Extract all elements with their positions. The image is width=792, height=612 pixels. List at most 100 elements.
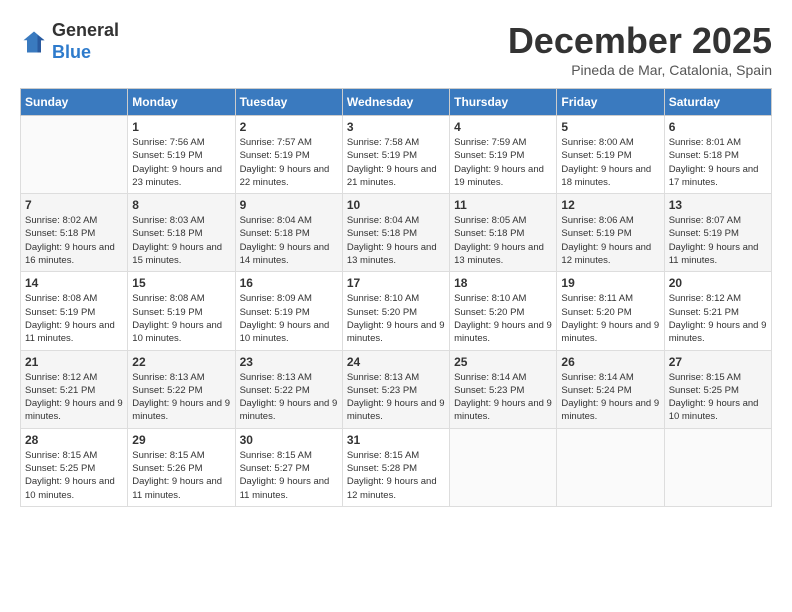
day-info: Sunrise: 8:01 AMSunset: 5:18 PMDaylight:… <box>669 136 767 189</box>
day-info: Sunrise: 8:14 AMSunset: 5:23 PMDaylight:… <box>454 371 552 424</box>
calendar-cell: 21Sunrise: 8:12 AMSunset: 5:21 PMDayligh… <box>21 350 128 428</box>
day-info: Sunrise: 8:13 AMSunset: 5:22 PMDaylight:… <box>132 371 230 424</box>
calendar-cell: 20 Sunrise: 8:12 AMSunset: 5:21 PMDayligh… <box>664 272 771 350</box>
day-number: 18 <box>454 276 552 290</box>
calendar-cell: 7Sunrise: 8:02 AMSunset: 5:18 PMDaylight… <box>21 194 128 272</box>
day-number: 3 <box>347 120 445 134</box>
day-info: Sunrise: 8:02 AMSunset: 5:18 PMDaylight:… <box>25 214 123 267</box>
location: Pineda de Mar, Catalonia, Spain <box>508 62 772 78</box>
day-number: 20 <box>669 276 767 290</box>
calendar-cell: 28 Sunrise: 8:15 AMSunset: 5:25 PMDayligh… <box>21 428 128 506</box>
title-block: December 2025 Pineda de Mar, Catalonia, … <box>508 20 772 78</box>
logo-icon <box>20 28 48 56</box>
calendar-cell <box>664 428 771 506</box>
calendar-cell: 22 Sunrise: 8:13 AMSunset: 5:22 PMDayligh… <box>128 350 235 428</box>
weekday-row: SundayMondayTuesdayWednesdayThursdayFrid… <box>21 89 772 116</box>
day-number: 26 <box>561 355 659 369</box>
day-info: Sunrise: 8:15 AMSunset: 5:25 PMDaylight:… <box>25 449 123 502</box>
day-number: 25 <box>454 355 552 369</box>
day-number: 15 <box>132 276 230 290</box>
day-info: Sunrise: 8:15 AMSunset: 5:27 PMDaylight:… <box>240 449 338 502</box>
day-info: Sunrise: 8:03 AMSunset: 5:18 PMDaylight:… <box>132 214 230 267</box>
day-info: Sunrise: 8:08 AMSunset: 5:19 PMDaylight:… <box>25 292 123 345</box>
day-number: 22 <box>132 355 230 369</box>
day-info: Sunrise: 8:14 AMSunset: 5:24 PMDaylight:… <box>561 371 659 424</box>
day-number: 2 <box>240 120 338 134</box>
day-info: Sunrise: 8:08 AMSunset: 5:19 PMDaylight:… <box>132 292 230 345</box>
day-number: 30 <box>240 433 338 447</box>
calendar-table: SundayMondayTuesdayWednesdayThursdayFrid… <box>20 88 772 507</box>
calendar-cell: 30 Sunrise: 8:15 AMSunset: 5:27 PMDayligh… <box>235 428 342 506</box>
calendar-cell: 12 Sunrise: 8:06 AMSunset: 5:19 PMDayligh… <box>557 194 664 272</box>
day-info: Sunrise: 8:09 AMSunset: 5:19 PMDaylight:… <box>240 292 338 345</box>
day-number: 27 <box>669 355 767 369</box>
calendar-cell: 1Sunrise: 7:56 AMSunset: 5:19 PMDaylight… <box>128 116 235 194</box>
day-number: 9 <box>240 198 338 212</box>
logo-blue-text: Blue <box>52 42 119 64</box>
calendar-cell: 4 Sunrise: 7:59 AMSunset: 5:19 PMDaylight… <box>450 116 557 194</box>
calendar-week-1: 7Sunrise: 8:02 AMSunset: 5:18 PMDaylight… <box>21 194 772 272</box>
calendar-cell: 23Sunrise: 8:13 AMSunset: 5:22 PMDayligh… <box>235 350 342 428</box>
month-title: December 2025 <box>508 20 772 62</box>
day-number: 21 <box>25 355 123 369</box>
day-info: Sunrise: 8:10 AMSunset: 5:20 PMDaylight:… <box>347 292 445 345</box>
day-info: Sunrise: 8:10 AMSunset: 5:20 PMDaylight:… <box>454 292 552 345</box>
calendar-cell: 15 Sunrise: 8:08 AMSunset: 5:19 PMDayligh… <box>128 272 235 350</box>
calendar-cell: 27Sunrise: 8:15 AMSunset: 5:25 PMDayligh… <box>664 350 771 428</box>
calendar-week-0: 1Sunrise: 7:56 AMSunset: 5:19 PMDaylight… <box>21 116 772 194</box>
day-info: Sunrise: 7:58 AMSunset: 5:19 PMDaylight:… <box>347 136 445 189</box>
calendar-cell: 11Sunrise: 8:05 AMSunset: 5:18 PMDayligh… <box>450 194 557 272</box>
day-number: 5 <box>561 120 659 134</box>
day-number: 1 <box>132 120 230 134</box>
day-number: 4 <box>454 120 552 134</box>
calendar-cell: 24Sunrise: 8:13 AMSunset: 5:23 PMDayligh… <box>342 350 449 428</box>
calendar-cell: 6 Sunrise: 8:01 AMSunset: 5:18 PMDaylight… <box>664 116 771 194</box>
calendar-body: 1Sunrise: 7:56 AMSunset: 5:19 PMDaylight… <box>21 116 772 507</box>
day-number: 8 <box>132 198 230 212</box>
logo: General Blue <box>20 20 119 63</box>
day-info: Sunrise: 8:04 AMSunset: 5:18 PMDaylight:… <box>347 214 445 267</box>
calendar-cell: 25 Sunrise: 8:14 AMSunset: 5:23 PMDayligh… <box>450 350 557 428</box>
day-number: 12 <box>561 198 659 212</box>
day-info: Sunrise: 8:15 AMSunset: 5:26 PMDaylight:… <box>132 449 230 502</box>
day-info: Sunrise: 8:12 AMSunset: 5:21 PMDaylight:… <box>669 292 767 345</box>
day-number: 24 <box>347 355 445 369</box>
weekday-header-monday: Monday <box>128 89 235 116</box>
calendar-cell: 31 Sunrise: 8:15 AMSunset: 5:28 PMDayligh… <box>342 428 449 506</box>
day-info: Sunrise: 7:59 AMSunset: 5:19 PMDaylight:… <box>454 136 552 189</box>
day-info: Sunrise: 8:00 AMSunset: 5:19 PMDaylight:… <box>561 136 659 189</box>
calendar-cell: 16Sunrise: 8:09 AMSunset: 5:19 PMDayligh… <box>235 272 342 350</box>
calendar-cell: 18 Sunrise: 8:10 AMSunset: 5:20 PMDayligh… <box>450 272 557 350</box>
day-number: 19 <box>561 276 659 290</box>
calendar-cell <box>21 116 128 194</box>
calendar-cell: 14Sunrise: 8:08 AMSunset: 5:19 PMDayligh… <box>21 272 128 350</box>
day-number: 13 <box>669 198 767 212</box>
calendar-cell: 13 Sunrise: 8:07 AMSunset: 5:19 PMDayligh… <box>664 194 771 272</box>
calendar-cell: 8 Sunrise: 8:03 AMSunset: 5:18 PMDaylight… <box>128 194 235 272</box>
day-number: 31 <box>347 433 445 447</box>
day-info: Sunrise: 8:15 AMSunset: 5:28 PMDaylight:… <box>347 449 445 502</box>
day-number: 28 <box>25 433 123 447</box>
calendar-cell: 10 Sunrise: 8:04 AMSunset: 5:18 PMDayligh… <box>342 194 449 272</box>
calendar-cell: 2Sunrise: 7:57 AMSunset: 5:19 PMDaylight… <box>235 116 342 194</box>
day-number: 11 <box>454 198 552 212</box>
day-number: 23 <box>240 355 338 369</box>
weekday-header-sunday: Sunday <box>21 89 128 116</box>
logo-general-text: General <box>52 20 119 42</box>
calendar-week-2: 14Sunrise: 8:08 AMSunset: 5:19 PMDayligh… <box>21 272 772 350</box>
calendar-cell: 19Sunrise: 8:11 AMSunset: 5:20 PMDayligh… <box>557 272 664 350</box>
calendar-cell: 9Sunrise: 8:04 AMSunset: 5:18 PMDaylight… <box>235 194 342 272</box>
day-number: 6 <box>669 120 767 134</box>
calendar-header: SundayMondayTuesdayWednesdayThursdayFrid… <box>21 89 772 116</box>
weekday-header-thursday: Thursday <box>450 89 557 116</box>
calendar-cell: 17Sunrise: 8:10 AMSunset: 5:20 PMDayligh… <box>342 272 449 350</box>
day-number: 29 <box>132 433 230 447</box>
day-number: 10 <box>347 198 445 212</box>
day-info: Sunrise: 8:07 AMSunset: 5:19 PMDaylight:… <box>669 214 767 267</box>
calendar-cell: 29 Sunrise: 8:15 AMSunset: 5:26 PMDayligh… <box>128 428 235 506</box>
calendar-cell: 5 Sunrise: 8:00 AMSunset: 5:19 PMDaylight… <box>557 116 664 194</box>
weekday-header-saturday: Saturday <box>664 89 771 116</box>
page-header: General Blue December 2025 Pineda de Mar… <box>20 20 772 78</box>
day-info: Sunrise: 8:06 AMSunset: 5:19 PMDaylight:… <box>561 214 659 267</box>
calendar-week-4: 28 Sunrise: 8:15 AMSunset: 5:25 PMDayligh… <box>21 428 772 506</box>
